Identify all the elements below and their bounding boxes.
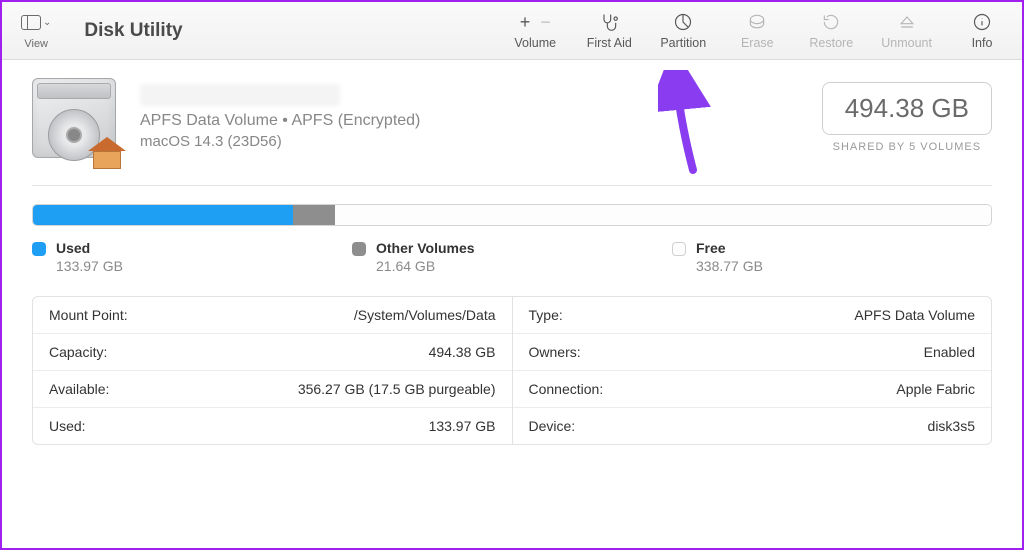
usage-bar bbox=[32, 204, 992, 226]
legend-other: Other Volumes 21.64 GB bbox=[352, 240, 672, 274]
legend-used: Used 133.97 GB bbox=[32, 240, 352, 274]
restore-button: Restore bbox=[807, 11, 855, 50]
disk-icon bbox=[32, 78, 122, 163]
volume-os-version: macOS 14.3 (23D56) bbox=[140, 133, 804, 150]
usage-segment-used bbox=[33, 205, 293, 225]
usage-segment-other bbox=[293, 205, 335, 225]
detail-value: 356.27 GB (17.5 GB purgeable) bbox=[298, 381, 496, 397]
capacity-caption: SHARED BY 5 VOLUMES bbox=[822, 141, 992, 153]
erase-label: Erase bbox=[741, 36, 774, 50]
first-aid-label: First Aid bbox=[587, 36, 632, 50]
partition-button[interactable]: Partition bbox=[659, 11, 707, 50]
toolbar: ⌄ View Disk Utility +− Volume First Aid … bbox=[2, 2, 1022, 60]
swatch-other bbox=[352, 242, 366, 256]
volume-label: Volume bbox=[514, 36, 556, 50]
app-title: Disk Utility bbox=[84, 20, 182, 42]
detail-row: Used: 133.97 GB bbox=[33, 408, 512, 444]
legend-free-value: 338.77 GB bbox=[696, 258, 763, 274]
legend-free: Free 338.77 GB bbox=[672, 240, 992, 274]
legend-used-label: Used bbox=[56, 240, 123, 256]
volume-name-redacted bbox=[140, 84, 340, 106]
detail-value: /System/Volumes/Data bbox=[354, 307, 496, 323]
home-badge-icon bbox=[88, 137, 126, 169]
plus-minus-icon: +− bbox=[520, 11, 551, 33]
detail-row: Connection: Apple Fabric bbox=[513, 371, 992, 408]
detail-value: 494.38 GB bbox=[429, 344, 496, 360]
swatch-free bbox=[672, 242, 686, 256]
details-col-left: Mount Point: /System/Volumes/Data Capacity… bbox=[33, 297, 513, 444]
stethoscope-icon bbox=[599, 11, 619, 33]
detail-value: Apple Fabric bbox=[896, 381, 975, 397]
detail-row: Device: disk3s5 bbox=[513, 408, 992, 444]
legend-used-value: 133.97 GB bbox=[56, 258, 123, 274]
info-label: Info bbox=[972, 36, 993, 50]
restore-label: Restore bbox=[809, 36, 853, 50]
legend-free-label: Free bbox=[696, 240, 763, 256]
details-col-right: Type: APFS Data Volume Owners: Enabled Conne… bbox=[513, 297, 992, 444]
detail-row: Available: 356.27 GB (17.5 GB purgeable) bbox=[33, 371, 512, 408]
unmount-label: Unmount bbox=[881, 36, 932, 50]
swatch-used bbox=[32, 242, 46, 256]
legend-other-value: 21.64 GB bbox=[376, 258, 475, 274]
detail-row: Capacity: 494.38 GB bbox=[33, 334, 512, 371]
details-table: Mount Point: /System/Volumes/Data Capacity… bbox=[32, 296, 992, 445]
volume-button[interactable]: +− Volume bbox=[511, 11, 559, 50]
detail-key: Capacity: bbox=[49, 344, 107, 360]
pie-icon bbox=[673, 11, 693, 33]
detail-key: Mount Point: bbox=[49, 307, 128, 323]
view-label: View bbox=[24, 38, 48, 50]
view-menu-button[interactable]: ⌄ View bbox=[18, 11, 54, 51]
divider bbox=[32, 185, 992, 186]
detail-key: Type: bbox=[529, 307, 563, 323]
detail-key: Used: bbox=[49, 418, 86, 434]
detail-key: Connection: bbox=[529, 381, 604, 397]
volume-subtitle: APFS Data Volume • APFS (Encrypted) bbox=[140, 112, 804, 130]
detail-value: APFS Data Volume bbox=[854, 307, 975, 323]
detail-value: disk3s5 bbox=[928, 418, 975, 434]
detail-row: Owners: Enabled bbox=[513, 334, 992, 371]
detail-key: Available: bbox=[49, 381, 109, 397]
restore-icon bbox=[821, 11, 841, 33]
erase-button: Erase bbox=[733, 11, 781, 50]
detail-value: 133.97 GB bbox=[429, 418, 496, 434]
eject-icon bbox=[897, 11, 917, 33]
legend-other-label: Other Volumes bbox=[376, 240, 475, 256]
detail-value: Enabled bbox=[924, 344, 975, 360]
info-icon bbox=[972, 11, 992, 33]
detail-row: Type: APFS Data Volume bbox=[513, 297, 992, 334]
unmount-button: Unmount bbox=[881, 11, 932, 50]
detail-key: Owners: bbox=[529, 344, 581, 360]
usage-segment-free bbox=[335, 205, 991, 225]
first-aid-button[interactable]: First Aid bbox=[585, 11, 633, 50]
detail-key: Device: bbox=[529, 418, 576, 434]
chevron-down-icon: ⌄ bbox=[43, 17, 51, 28]
info-button[interactable]: Info bbox=[958, 11, 1006, 50]
partition-label: Partition bbox=[660, 36, 706, 50]
content: APFS Data Volume • APFS (Encrypted) macO… bbox=[2, 60, 1022, 455]
sidebar-toggle-icon bbox=[21, 15, 41, 30]
capacity-badge: 494.38 GB bbox=[822, 82, 992, 135]
detail-row: Mount Point: /System/Volumes/Data bbox=[33, 297, 512, 334]
erase-icon bbox=[747, 11, 767, 33]
